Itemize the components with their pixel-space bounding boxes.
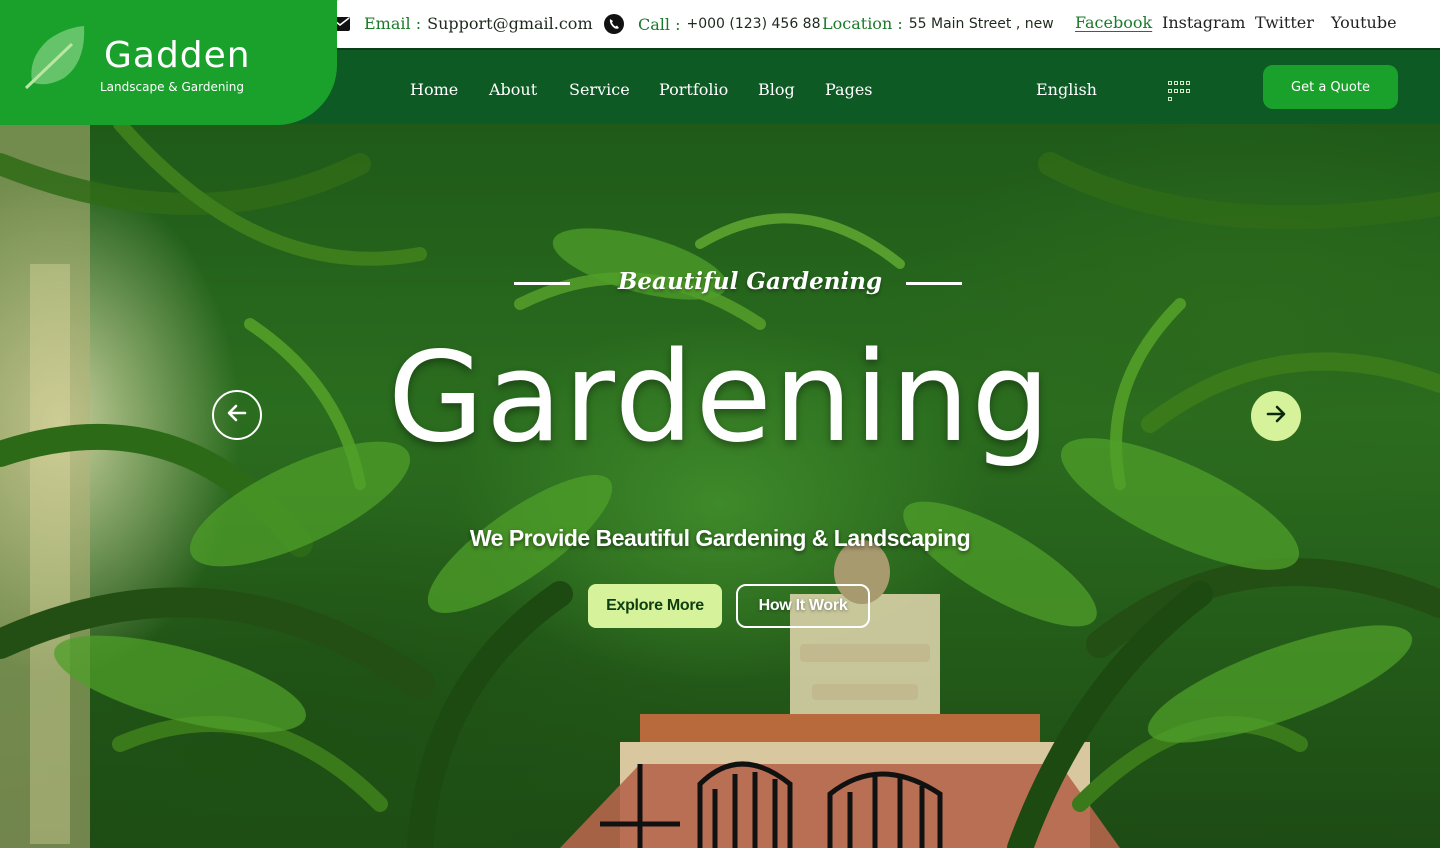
get-quote-button[interactable]: Get a Quote — [1263, 65, 1398, 109]
arrow-left-icon — [225, 401, 249, 429]
garden-illustration — [0, 124, 1440, 848]
contact-call[interactable]: Call : +000 (123) 456 88 — [604, 14, 820, 34]
hero-background — [0, 124, 1440, 848]
nav-service[interactable]: Service — [569, 80, 630, 99]
how-it-work-button[interactable]: How It Work — [736, 584, 870, 628]
language-selector[interactable]: English — [1036, 80, 1097, 99]
grid-menu-icon[interactable] — [1168, 81, 1190, 103]
contact-email[interactable]: Email : Support@gmail.com — [330, 14, 593, 33]
hero-eyebrow: Beautiful Gardening — [617, 268, 883, 295]
social-youtube[interactable]: Youtube — [1331, 13, 1397, 32]
nav-portfolio[interactable]: Portfolio — [659, 80, 728, 99]
social-instagram[interactable]: Instagram — [1162, 13, 1245, 32]
explore-more-button[interactable]: Explore More — [588, 584, 722, 628]
brand-tagline: Landscape & Gardening — [100, 80, 244, 94]
location-label: Location : — [822, 14, 903, 33]
social-facebook[interactable]: Facebook — [1075, 13, 1152, 32]
hero-title: Gardening — [387, 326, 1053, 470]
slider-next-button[interactable] — [1251, 391, 1301, 441]
nav-about[interactable]: About — [489, 80, 537, 99]
eyebrow-line-left — [514, 282, 570, 285]
phone-value: +000 (123) 456 88 — [686, 16, 821, 32]
top-contact-bar: Email : Support@gmail.com Call : +000 (1… — [316, 0, 1440, 48]
email-value: Support@gmail.com — [427, 14, 593, 33]
brand-name: Gadden — [104, 35, 251, 76]
social-twitter[interactable]: Twitter — [1255, 13, 1314, 32]
phone-icon — [604, 14, 624, 34]
contact-location: Location : 55 Main Street , new — [822, 14, 1054, 33]
eyebrow-line-right — [906, 282, 962, 285]
leaf-logo-icon — [24, 22, 94, 96]
arrow-right-icon — [1264, 402, 1288, 430]
nav-blog[interactable]: Blog — [758, 80, 795, 99]
slider-prev-button[interactable] — [212, 390, 262, 440]
email-label: Email : — [364, 14, 422, 33]
brand-logo[interactable]: Gadden Landscape & Gardening — [0, 0, 337, 125]
location-value: 55 Main Street , new — [908, 15, 1054, 32]
call-label: Call : — [638, 14, 681, 34]
nav-home[interactable]: Home — [410, 80, 458, 99]
nav-pages[interactable]: Pages — [825, 80, 873, 99]
hero-tagline: We Provide Beautiful Gardening & Landsca… — [469, 525, 971, 551]
